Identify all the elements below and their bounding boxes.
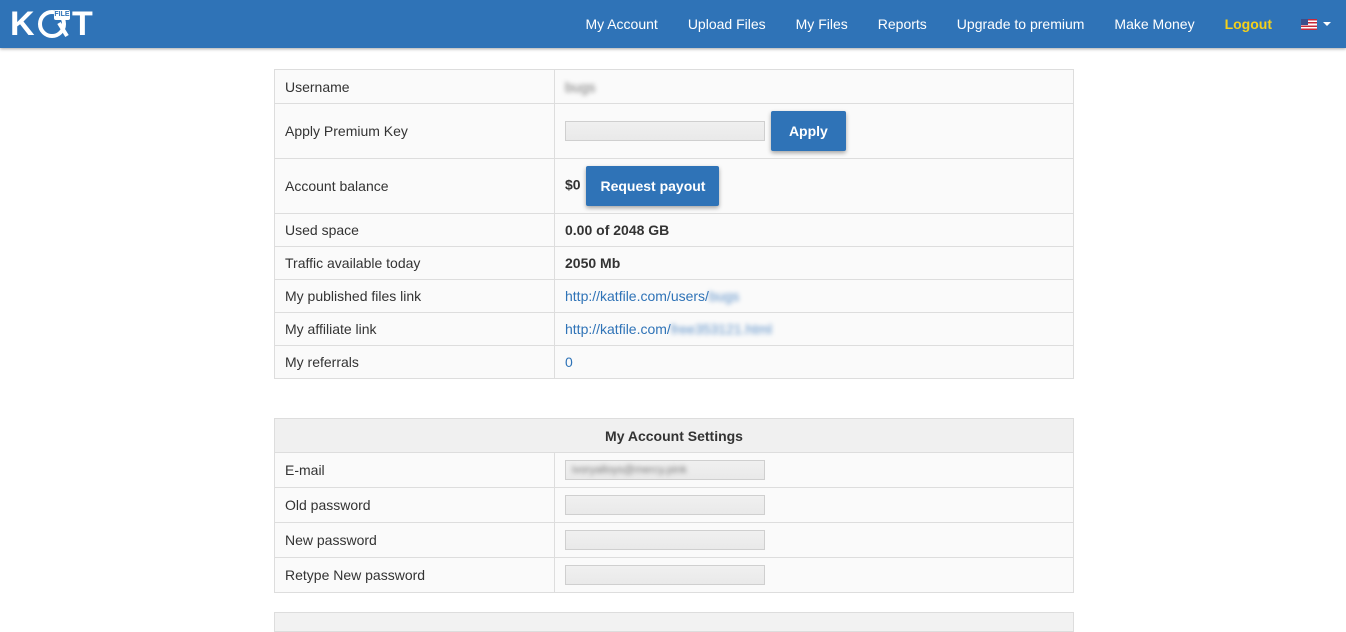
top-navbar: K FILE T My Account Upload Files My File…	[0, 0, 1346, 48]
nav-reports[interactable]: Reports	[878, 0, 927, 48]
table-row: Old password	[274, 487, 1074, 523]
referrals-label: My referrals	[274, 345, 555, 379]
balance-label: Account balance	[274, 158, 555, 214]
table-row: My Account Settings	[274, 418, 1074, 453]
language-dropdown[interactable]	[1301, 18, 1331, 30]
new-password-cell	[554, 522, 1074, 558]
published-files-link[interactable]: http://katfile.com/users/bugs	[565, 288, 739, 304]
nav-my-account[interactable]: My Account	[585, 0, 657, 48]
katfile-logo[interactable]: K FILE T	[10, 7, 102, 41]
email-cell: ivoryalloys@mercy.pink	[554, 452, 1074, 488]
old-password-label: Old password	[274, 487, 555, 523]
new-password-field[interactable]	[565, 530, 765, 550]
table-row: E-mail ivoryalloys@mercy.pink	[274, 452, 1074, 488]
settings-title: My Account Settings	[274, 418, 1074, 453]
new-password-label: New password	[274, 522, 555, 558]
affiliate-link-cell: http://katfile.com/free353121.html	[554, 312, 1074, 346]
table-row: Traffic available today 2050 Mb	[274, 246, 1074, 280]
logo-file-badge: FILE	[54, 10, 70, 20]
nav-logout[interactable]: Logout	[1225, 0, 1272, 48]
username-cell: bugs	[554, 69, 1074, 104]
email-value: ivoryalloys@mercy.pink	[572, 464, 687, 476]
table-row: My published files link http://katfile.c…	[274, 279, 1074, 313]
request-payout-button[interactable]: Request payout	[586, 166, 720, 206]
username-value: bugs	[565, 78, 596, 95]
affiliate-link-label: My affiliate link	[274, 312, 555, 346]
published-link-hidden: bugs	[708, 288, 740, 304]
nav-menu: My Account Upload Files My Files Reports…	[585, 0, 1346, 48]
used-space-value: 0.00 of 2048 GB	[554, 213, 1074, 247]
caret-down-icon	[1323, 22, 1331, 26]
account-info-table: Username bugs Apply Premium Key Apply Ac…	[274, 69, 1074, 379]
old-password-cell	[554, 487, 1074, 523]
logo-letter-k: K	[10, 5, 35, 43]
published-link-cell: http://katfile.com/users/bugs	[554, 279, 1074, 313]
nav-upgrade-premium[interactable]: Upgrade to premium	[957, 0, 1085, 48]
referrals-link[interactable]: 0	[565, 354, 573, 370]
apply-button[interactable]: Apply	[770, 111, 846, 151]
premium-key-input[interactable]	[565, 121, 765, 141]
published-link-label: My published files link	[274, 279, 555, 313]
balance-value: $0	[565, 176, 581, 193]
retype-password-cell	[554, 557, 1074, 593]
old-password-field[interactable]	[565, 495, 765, 515]
us-flag-icon	[1301, 18, 1317, 30]
nav-make-money[interactable]: Make Money	[1114, 0, 1194, 48]
table-row: Used space 0.00 of 2048 GB	[274, 213, 1074, 247]
email-label: E-mail	[274, 452, 555, 488]
nav-upload-files[interactable]: Upload Files	[688, 0, 766, 48]
username-label: Username	[274, 69, 555, 104]
traffic-label: Traffic available today	[274, 246, 555, 280]
table-row: Retype New password	[274, 557, 1074, 593]
table-row: New password	[274, 522, 1074, 558]
traffic-value: 2050 Mb	[554, 246, 1074, 280]
affiliate-link-prefix: http://katfile.com/	[565, 321, 671, 337]
table-row: Apply Premium Key Apply	[274, 103, 1074, 159]
table-row: Account balance $0 Request payout	[274, 158, 1074, 214]
logo-letter-t: T	[72, 5, 93, 43]
email-field[interactable]: ivoryalloys@mercy.pink	[565, 460, 765, 480]
table-row: My affiliate link http://katfile.com/fre…	[274, 312, 1074, 346]
retype-password-label: Retype New password	[274, 557, 555, 593]
published-link-prefix: http://katfile.com/users/	[565, 288, 709, 304]
nav-my-files[interactable]: My Files	[796, 0, 848, 48]
balance-cell: $0 Request payout	[554, 158, 1074, 214]
table-row: My referrals 0	[274, 345, 1074, 379]
premium-key-label: Apply Premium Key	[274, 103, 555, 159]
next-section-header	[274, 612, 1074, 632]
affiliate-link[interactable]: http://katfile.com/free353121.html	[565, 321, 772, 337]
premium-key-cell: Apply	[554, 103, 1074, 159]
used-space-label: Used space	[274, 213, 555, 247]
retype-password-field[interactable]	[565, 565, 765, 585]
affiliate-link-hidden: free353121.html	[670, 321, 773, 337]
account-settings-table: My Account Settings E-mail ivoryalloys@m…	[274, 418, 1074, 593]
table-row: Username bugs	[274, 69, 1074, 104]
referrals-cell: 0	[554, 345, 1074, 379]
